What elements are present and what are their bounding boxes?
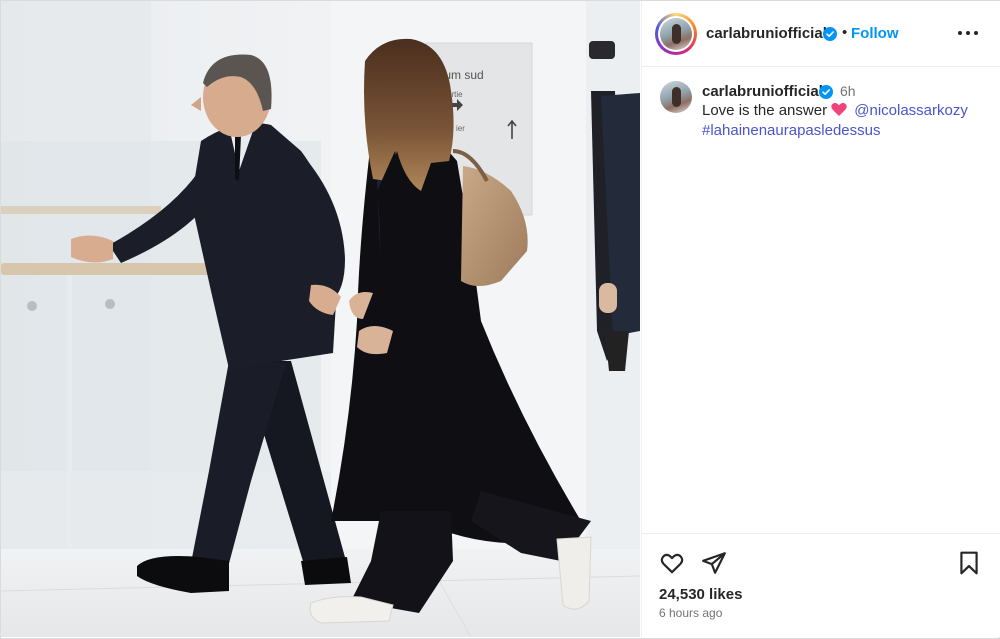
- verified-badge-icon: [823, 27, 837, 41]
- header-username[interactable]: carlabruniofficial: [706, 25, 827, 42]
- mention-link[interactable]: @nicolassarkozy: [854, 102, 968, 119]
- hashtag-link[interactable]: #lahainenaurapasledessus: [702, 122, 880, 139]
- post-photo[interactable]: lium sud sortie ier: [1, 1, 640, 637]
- pink-heart-emoji-icon: [831, 102, 847, 116]
- verified-badge-icon: [819, 85, 833, 99]
- more-options-icon[interactable]: [956, 23, 980, 43]
- likes-count[interactable]: 24,530 likes: [659, 586, 742, 603]
- caption-avatar[interactable]: [660, 81, 692, 113]
- caption-timestamp[interactable]: 6h: [840, 83, 856, 99]
- post-side-panel: carlabruniofficial • Follow carlabruniof…: [641, 1, 1000, 637]
- author-avatar-story-ring[interactable]: [655, 13, 697, 55]
- heart-outline-icon[interactable]: [659, 550, 685, 576]
- post-age[interactable]: 6 hours ago: [659, 606, 722, 620]
- paper-plane-icon[interactable]: [701, 550, 727, 576]
- caption-username[interactable]: carlabruniofficial: [702, 83, 823, 100]
- post-photo-illustration: lium sud sortie ier: [1, 1, 640, 637]
- sign-text-3: ier: [456, 124, 465, 133]
- post-header: carlabruniofficial • Follow: [642, 1, 1000, 67]
- caption-body: Love is the answer: [702, 102, 828, 119]
- follow-button[interactable]: Follow: [851, 25, 899, 42]
- bookmark-icon[interactable]: [956, 550, 982, 576]
- header-separator: •: [842, 24, 848, 41]
- caption-text: Love is the answer @nicolassarkozy #laha…: [702, 101, 992, 141]
- author-avatar[interactable]: [660, 18, 692, 50]
- post-actions: 24,530 likes 6 hours ago: [642, 533, 1000, 638]
